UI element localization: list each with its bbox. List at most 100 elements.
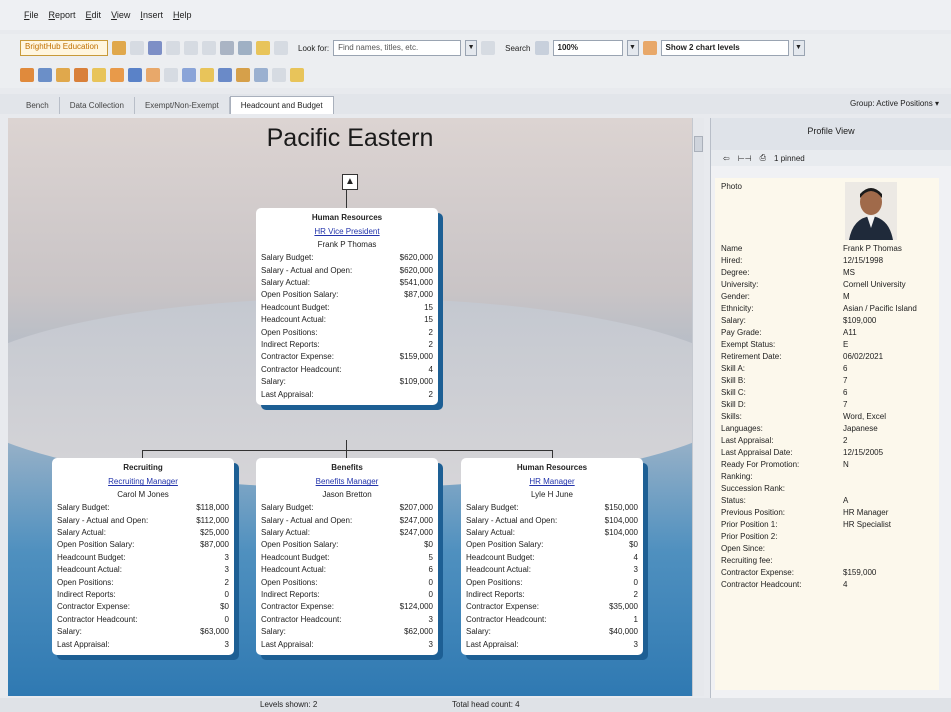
menu-file[interactable]: File xyxy=(24,10,39,20)
search-input[interactable]: Find names, titles, etc. xyxy=(333,40,462,56)
property-label: Gender: xyxy=(721,292,750,301)
property-value: 6 xyxy=(843,364,848,373)
org-chart-canvas[interactable]: Pacific Eastern ▲ Human Resources HR Vic… xyxy=(8,118,692,696)
menu-edit[interactable]: Edit xyxy=(86,10,102,20)
zoom-select[interactable]: 100% xyxy=(552,40,623,56)
org-card-root[interactable]: Human Resources HR Vice President Frank … xyxy=(256,208,438,406)
note-icon[interactable] xyxy=(290,68,304,82)
zoom-dropdown-button[interactable]: ▼ xyxy=(626,40,639,56)
star-icon[interactable] xyxy=(128,68,142,82)
property-row: Ready For Promotion: N xyxy=(721,460,939,469)
field-value: 3 xyxy=(633,639,638,649)
menu-insert[interactable]: Insert xyxy=(140,10,163,20)
property-row: Ethnicity: Asian / Pacific Island xyxy=(721,304,939,313)
search-arrow-icon[interactable] xyxy=(481,41,496,55)
print-icon[interactable] xyxy=(220,41,234,55)
text-icon[interactable] xyxy=(272,68,286,82)
property-value: Asian / Pacific Island xyxy=(843,304,917,313)
navigate-up-button[interactable]: ▲ xyxy=(342,174,358,190)
field-value: $620,000 xyxy=(399,253,433,263)
org-card-recruiting[interactable]: Recruiting Recruiting Manager Carol M Jo… xyxy=(52,458,234,656)
field-label: Headcount Actual: xyxy=(261,315,326,325)
field-value: 3 xyxy=(633,565,638,575)
group-icon[interactable] xyxy=(74,68,88,82)
card-field-row: Open Position Salary: $87,000 xyxy=(57,539,229,551)
layout-vertical-icon[interactable] xyxy=(182,68,196,82)
close-icon[interactable] xyxy=(130,41,144,55)
zoom-icon[interactable] xyxy=(534,41,549,55)
menu-help[interactable]: Help xyxy=(173,10,192,20)
property-value: 4 xyxy=(843,580,848,589)
field-value: $87,000 xyxy=(200,540,229,550)
tab-bench[interactable]: Bench xyxy=(16,97,60,114)
team-icon[interactable] xyxy=(110,68,124,82)
field-value: $159,000 xyxy=(399,352,433,362)
field-value: $0 xyxy=(220,602,229,612)
org-card-benefits[interactable]: Benefits Benefits Manager Jason Bretton … xyxy=(256,458,438,656)
field-label: Headcount Budget: xyxy=(57,552,126,562)
card-role-link[interactable]: Benefits Manager xyxy=(261,476,433,488)
save-icon[interactable] xyxy=(148,41,162,55)
layout-grid-icon[interactable] xyxy=(218,68,232,82)
layout-tree-icon[interactable] xyxy=(236,68,250,82)
chart-icon[interactable] xyxy=(20,68,34,82)
card-field-row: Contractor Headcount: 4 xyxy=(261,364,433,376)
field-label: Last Appraisal: xyxy=(261,389,314,399)
main-toolbar: BrightHub Education Look for: Find names… xyxy=(0,34,951,62)
search-dropdown-button[interactable]: ▼ xyxy=(465,40,478,56)
cut-icon[interactable] xyxy=(166,41,180,55)
tab-headcount-and-budget[interactable]: Headcount and Budget xyxy=(229,96,334,114)
tools-icon[interactable] xyxy=(256,41,270,55)
card-field-row: Salary Actual: $541,000 xyxy=(261,277,433,289)
print-icon[interactable]: ⎙ xyxy=(760,153,766,163)
menu-view[interactable]: View xyxy=(111,10,130,20)
field-label: Salary Actual: xyxy=(261,528,310,538)
box-icon[interactable] xyxy=(56,68,70,82)
card-field-row: Headcount Actual: 6 xyxy=(261,564,433,576)
card-field-row: Contractor Headcount: 0 xyxy=(57,614,229,626)
find-icon[interactable] xyxy=(274,41,288,55)
property-row: Retirement Date: 06/02/2021 xyxy=(721,352,939,361)
preview-icon[interactable] xyxy=(238,41,252,55)
card-field-row: Open Position Salary: $0 xyxy=(466,539,638,551)
org-card-hr[interactable]: Human Resources HR Manager Lyle H June S… xyxy=(461,458,643,656)
format-toolbar xyxy=(0,62,951,88)
card-role-link[interactable]: HR Manager xyxy=(466,476,638,488)
property-label: Status: xyxy=(721,496,746,505)
org-icon[interactable] xyxy=(38,68,52,82)
field-label: Last Appraisal: xyxy=(261,639,314,649)
paste-icon[interactable] xyxy=(202,41,216,55)
card-field-row: Salary: $40,000 xyxy=(466,626,638,638)
levels-dropdown-button[interactable]: ▼ xyxy=(792,40,805,56)
chart-vertical-scrollbar[interactable] xyxy=(692,118,704,696)
back-arrow-icon[interactable]: ⇦ xyxy=(723,154,730,163)
group-selector[interactable]: Group: Active Positions ▾ xyxy=(850,99,939,108)
field-label: Open Position Salary: xyxy=(466,540,544,550)
open-folder-icon[interactable] xyxy=(112,41,126,55)
scrollbar-thumb[interactable] xyxy=(694,136,703,152)
field-label: Contractor Expense: xyxy=(261,352,334,362)
property-value: 12/15/2005 xyxy=(843,448,884,457)
field-label: Headcount Actual: xyxy=(57,565,122,575)
card-role-link[interactable]: Recruiting Manager xyxy=(57,476,229,488)
tab-data-collection[interactable]: Data Collection xyxy=(60,97,135,114)
tab-exempt-non-exempt[interactable]: Exempt/Non-Exempt xyxy=(135,97,230,114)
card-role-link[interactable]: HR Vice President xyxy=(261,226,433,238)
link-icon[interactable] xyxy=(164,68,178,82)
field-value: 6 xyxy=(428,565,433,575)
property-row: Prior Position 2: xyxy=(721,532,939,541)
levels-select[interactable]: Show 2 chart levels xyxy=(660,40,789,56)
move-icon[interactable] xyxy=(146,68,160,82)
search-label[interactable]: Search xyxy=(505,44,530,53)
layout-hanging-icon[interactable] xyxy=(200,68,214,82)
pin-icon[interactable]: ⊢⊣ xyxy=(738,154,752,163)
copy-icon[interactable] xyxy=(184,41,198,55)
field-label: Salary Budget: xyxy=(261,253,314,263)
person-icon[interactable] xyxy=(92,68,106,82)
field-value: $104,000 xyxy=(604,528,638,538)
menu-report[interactable]: Report xyxy=(49,10,76,20)
field-label: Salary Actual: xyxy=(466,528,515,538)
layout-fan-icon[interactable] xyxy=(254,68,268,82)
org-field[interactable]: BrightHub Education xyxy=(20,40,108,56)
chart-levels-icon xyxy=(642,41,657,55)
